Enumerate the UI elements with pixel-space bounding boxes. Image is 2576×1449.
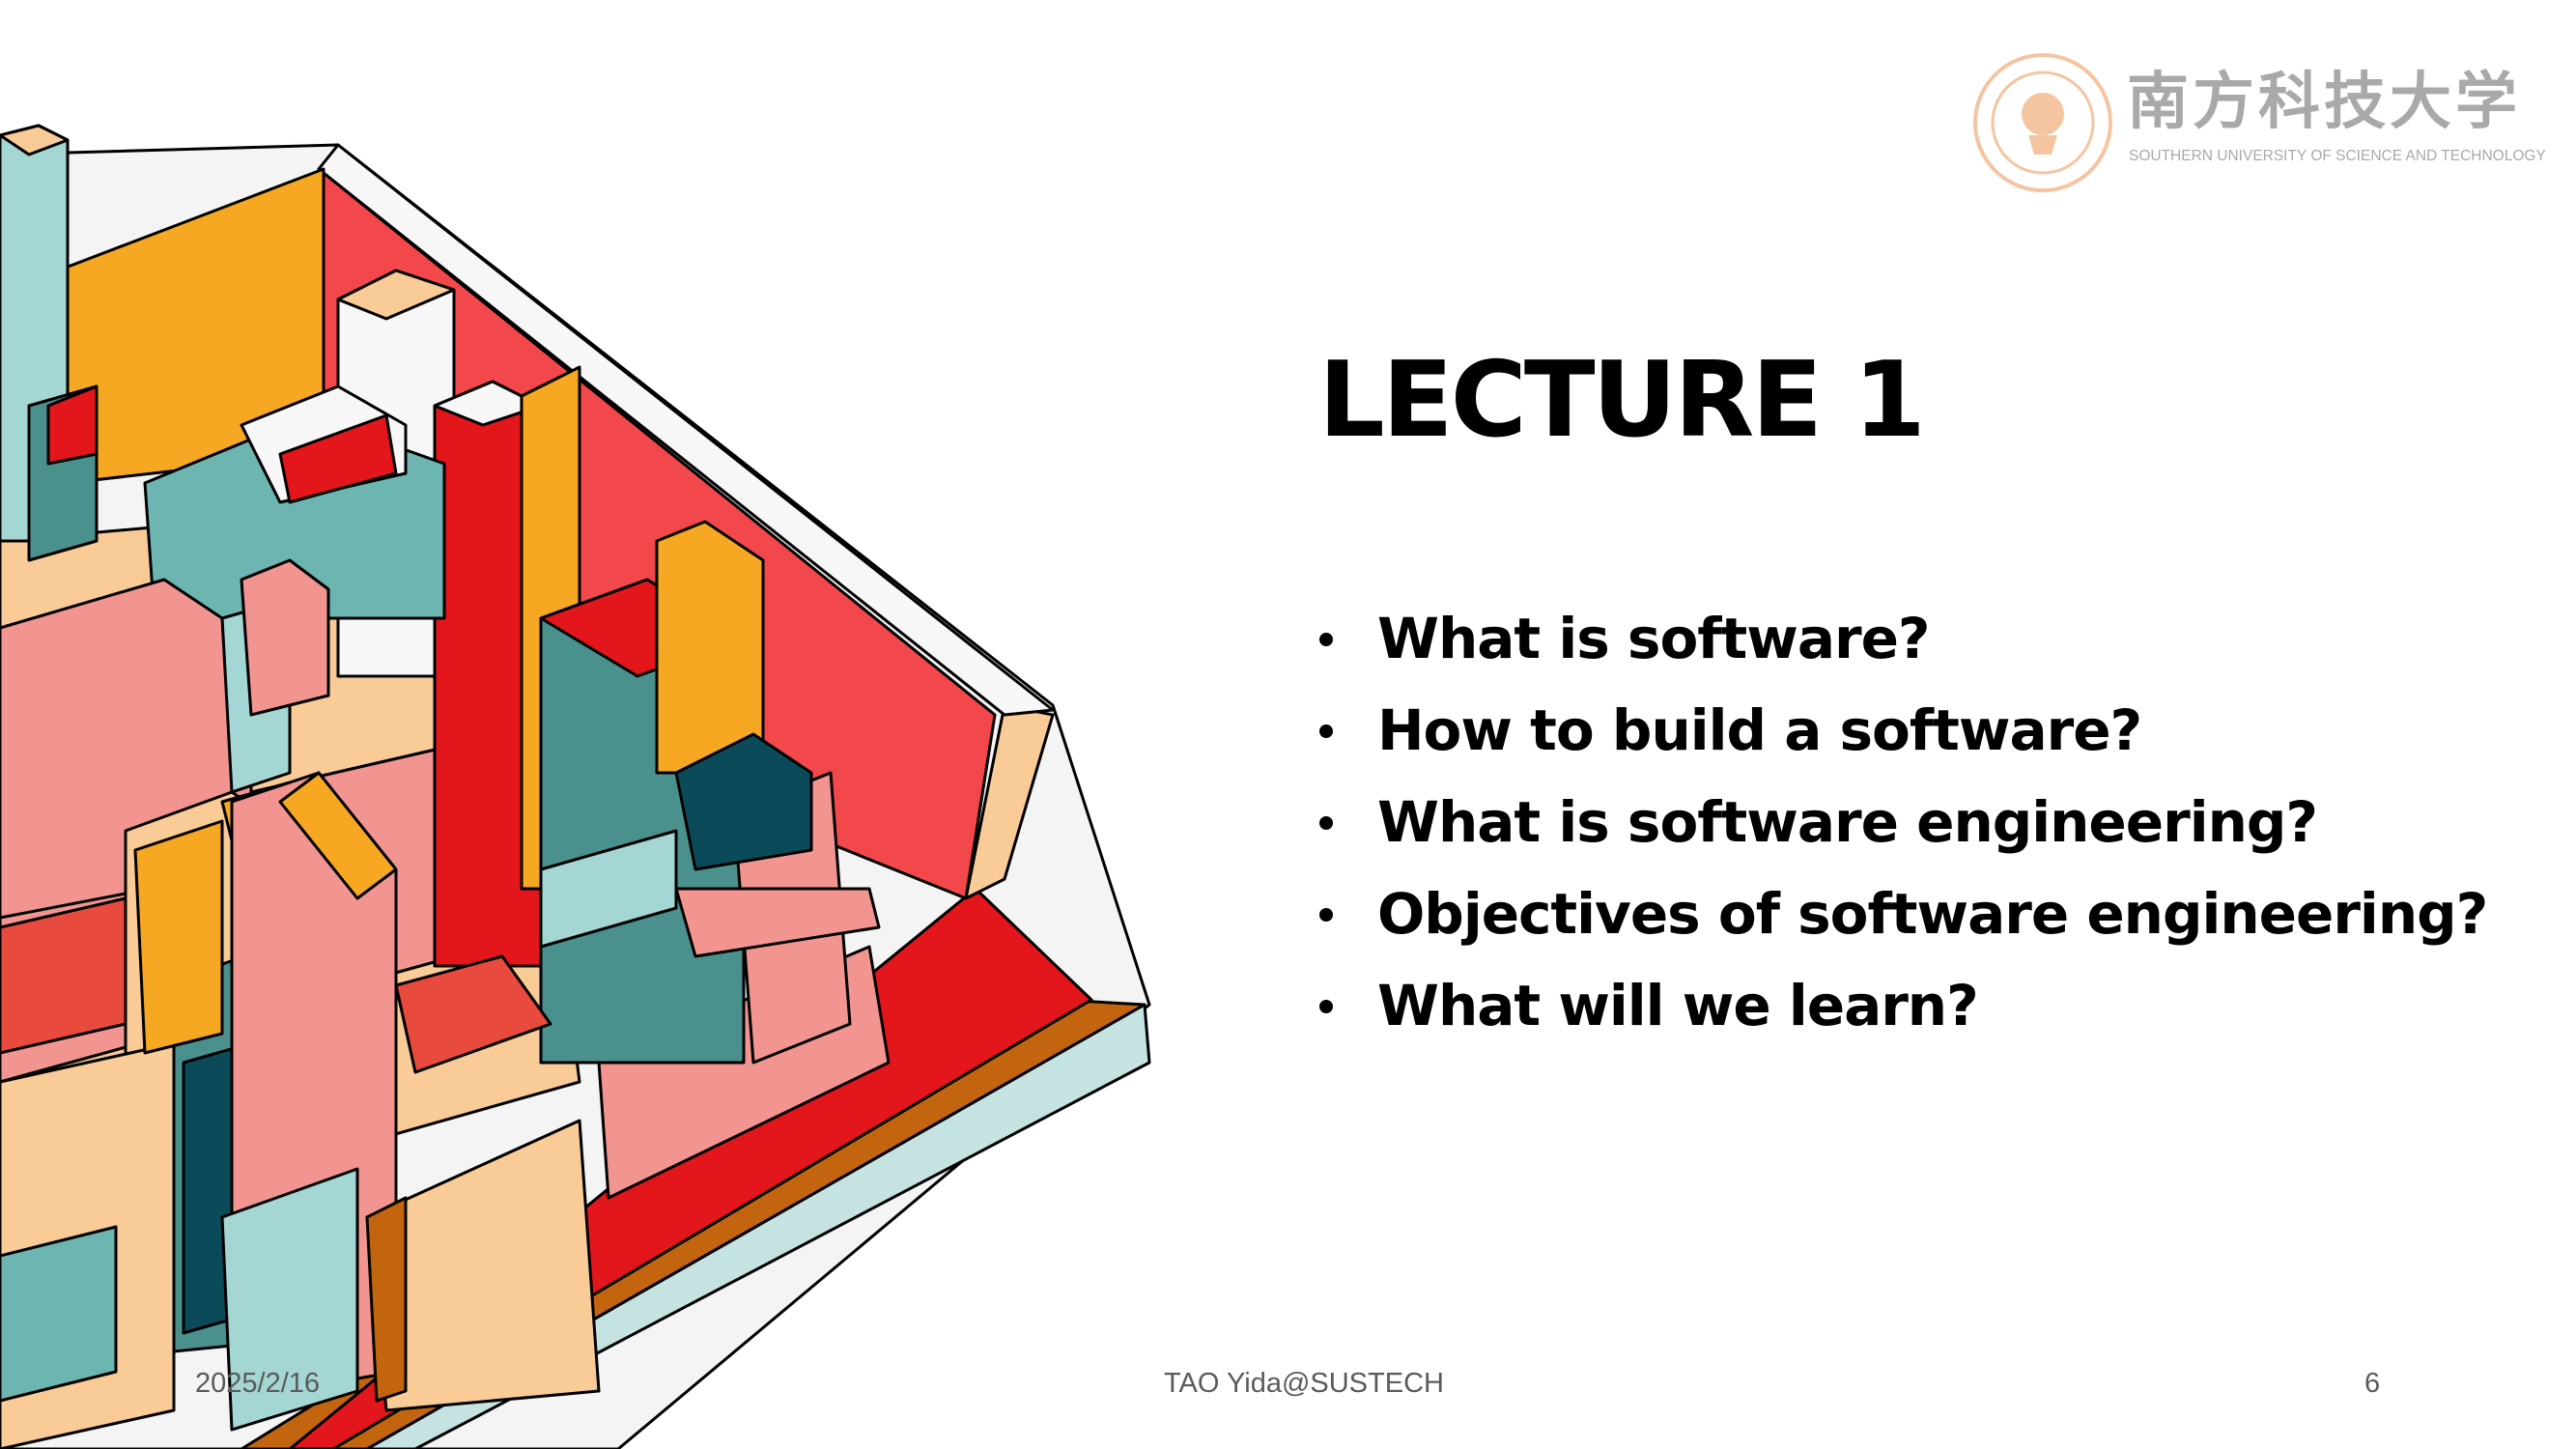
bullet-item: What is software engineering? bbox=[1314, 777, 2487, 868]
bullet-text: What is software engineering? bbox=[1377, 789, 2318, 855]
bullet-dot-icon bbox=[1319, 816, 1333, 830]
bullet-dot-icon bbox=[1319, 1000, 1333, 1013]
bullet-item: What will we learn? bbox=[1314, 960, 2487, 1052]
footer-page-number: 6 bbox=[2364, 1368, 2381, 1399]
bullet-text: What will we learn? bbox=[1377, 973, 1979, 1038]
bullet-text: Objectives of software engineering? bbox=[1377, 881, 2488, 947]
bullet-item: What is software? bbox=[1314, 593, 2487, 685]
isometric-city-illustration bbox=[0, 124, 1151, 1449]
footer-author: TAO Yida@SUSTECH bbox=[1164, 1368, 1444, 1399]
bullet-text: How to build a software? bbox=[1377, 697, 2142, 763]
bullet-list: What is software? How to build a softwar… bbox=[1314, 593, 2488, 1052]
bullet-text: What is software? bbox=[1377, 606, 1931, 671]
university-name-chinese: 南方科技大学 bbox=[2127, 66, 2521, 138]
slide-title: LECTURE 1 bbox=[1318, 340, 1926, 461]
bullet-item: How to build a software? bbox=[1314, 685, 2487, 777]
bullet-dot-icon bbox=[1319, 724, 1333, 738]
slide: 南方科技大学 SOUTHERN UNIVERSITY OF SCIENCE AN… bbox=[0, 0, 2576, 1449]
bullet-dot-icon bbox=[1319, 633, 1333, 646]
bullet-dot-icon bbox=[1319, 908, 1333, 922]
university-logo: 南方科技大学 SOUTHERN UNIVERSITY OF SCIENCE AN… bbox=[1970, 50, 2546, 195]
footer-date: 2025/2/16 bbox=[195, 1368, 321, 1399]
university-seal-icon bbox=[1973, 53, 2112, 192]
university-name-english: SOUTHERN UNIVERSITY OF SCIENCE AND TECHN… bbox=[2129, 148, 2546, 164]
bullet-item: Objectives of software engineering? bbox=[1314, 868, 2488, 960]
